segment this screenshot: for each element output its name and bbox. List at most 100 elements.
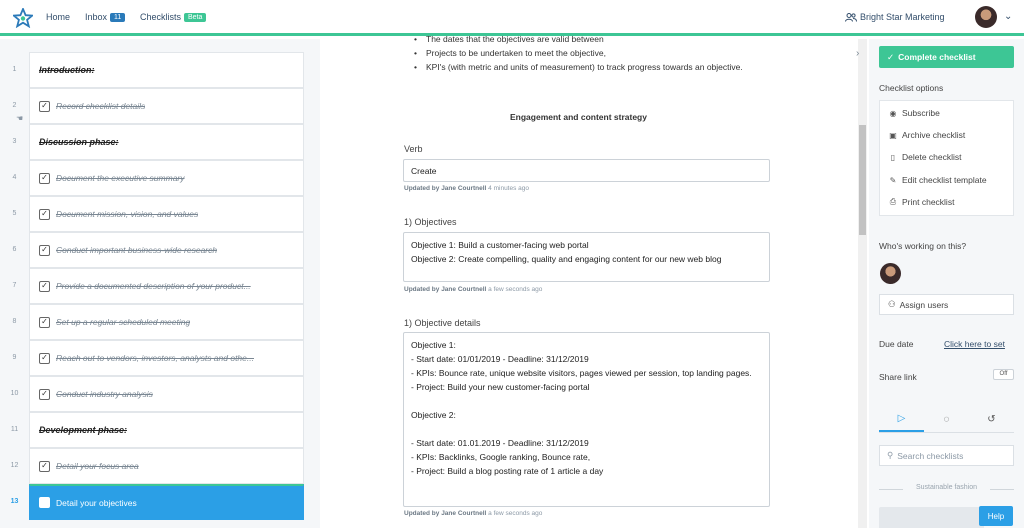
user-avatar[interactable] [975, 6, 997, 28]
set-due-date-link[interactable]: Click here to set [944, 339, 1005, 349]
task-row[interactable]: ✓ Document mission, vision, and values [29, 196, 304, 232]
search-icon: ⚲ [887, 450, 894, 460]
archive-checklist-option[interactable]: ▣ Archive checklist [888, 130, 965, 140]
drag-hand-icon[interactable]: ☚ [16, 114, 23, 123]
task-checkbox[interactable]: ✓ [39, 172, 50, 184]
tab-comments[interactable]: ◌ [924, 407, 969, 432]
task-row[interactable]: Detail your objectives [29, 484, 304, 520]
nav-checklists-label: Checklists [140, 12, 182, 22]
task-checkbox[interactable] [39, 497, 50, 508]
delete-checklist-option[interactable]: ▯ Delete checklist [888, 152, 962, 162]
task-label: Provide a documented description of your… [56, 281, 251, 291]
task-heading[interactable]: Introduction: [29, 52, 304, 88]
users-icon [845, 12, 857, 22]
task-checkbox[interactable]: ✓ [39, 352, 50, 364]
assignee-avatar[interactable] [880, 263, 901, 284]
verb-label: Verb [404, 144, 423, 154]
eye-icon: ◉ [889, 108, 897, 118]
working-title: Who's working on this? [879, 241, 967, 251]
tab-history[interactable]: ↺ [969, 407, 1014, 432]
task-row[interactable]: ✓ Conduct important business-wide researc… [29, 232, 304, 268]
task-number: 1 [12, 66, 17, 73]
checklist-options-menu: ◉ Subscribe ▣ Archive checklist ▯ Delete ch… [879, 100, 1014, 216]
task-label: Development phase: [39, 425, 128, 435]
objectives-meta: Updated by Jane Courtnell a few seconds … [404, 286, 542, 293]
nav-inbox-link[interactable]: Inbox 11 [85, 12, 126, 22]
scrollbar-thumb[interactable] [859, 125, 866, 235]
objective-details-label: 1) Objective details [404, 318, 481, 328]
print-checklist-option[interactable]: ⎙ Print checklist [888, 197, 955, 207]
complete-checklist-label: Complete checklist [898, 52, 976, 62]
org-name: Bright Star Marketing [860, 12, 945, 22]
task-label: Record checklist details [56, 101, 146, 111]
task-label: Detail your focus area [56, 461, 139, 471]
verb-input[interactable]: Create [403, 159, 770, 182]
task-label: Document the executive summary [56, 173, 185, 183]
objective-details-meta-user: Updated by Jane Courtnell [404, 510, 487, 517]
complete-checklist-button[interactable]: ✓ Complete checklist [879, 46, 1014, 68]
task-checkbox[interactable]: ✓ [39, 100, 50, 112]
task-label: Conduct important business-wide research [56, 245, 218, 255]
subscribe-option[interactable]: ◉ Subscribe [888, 108, 940, 118]
task-number: 10 [10, 390, 19, 397]
search-placeholder: Search checklists [897, 450, 964, 461]
help-button[interactable]: Help [979, 506, 1013, 526]
star-logo-icon[interactable] [13, 8, 33, 28]
bullet-item: The dates that the objectives are valid … [410, 32, 770, 46]
task-number: 13 [10, 498, 19, 505]
task-checkbox[interactable]: ✓ [39, 460, 50, 472]
task-row[interactable]: ✓ Set up a regular scheduled meeting [29, 304, 304, 340]
chevron-down-icon[interactable]: ⌄ [1004, 11, 1012, 22]
task-number: 12 [10, 462, 19, 469]
description-bullets: The dates that the objectives are valid … [410, 32, 770, 74]
edit-template-option[interactable]: ✎ Edit checklist template [888, 175, 987, 185]
task-checkbox[interactable]: ✓ [39, 244, 50, 256]
task-row[interactable]: ✓ Reach out to vendors, investors, analys… [29, 340, 304, 376]
tab-play[interactable]: ▷ [879, 407, 924, 432]
task-row[interactable]: ✓ Record checklist details [29, 88, 304, 124]
objective-details-textarea[interactable]: Objective 1: - Start date: 01/01/2019 - … [403, 332, 770, 507]
bullet-item: KPI's (with metric and units of measurem… [410, 60, 770, 74]
chevron-right-icon[interactable]: › [856, 48, 859, 59]
user-icon: ⚇ [888, 299, 896, 309]
verb-meta-user: Updated by Jane Courtnell [404, 185, 487, 192]
comment-icon: ◌ [943, 414, 950, 425]
task-checkbox[interactable]: ✓ [39, 316, 50, 328]
assign-users-label: Assign users [899, 299, 949, 310]
objectives-textarea[interactable]: Objective 1: Build a customer-facing web… [403, 232, 770, 282]
bullet-item: Projects to be undertaken to meet the ob… [410, 46, 770, 60]
task-label: Reach out to vendors, investors, analyst… [56, 353, 254, 363]
checklist-card[interactable] [879, 507, 984, 528]
content-scrollbar[interactable] [858, 39, 867, 528]
play-icon: ▷ [897, 413, 906, 424]
task-heading[interactable]: Development phase: [29, 412, 304, 448]
history-icon: ↺ [987, 414, 996, 425]
task-heading[interactable]: Discussion phase: [29, 124, 304, 160]
task-row[interactable]: ✓ Detail your focus area [29, 448, 304, 484]
task-row[interactable]: ✓ Document the executive summary [29, 160, 304, 196]
edit-template-label: Edit checklist template [902, 175, 987, 185]
assign-users-button[interactable]: ⚇ Assign users [879, 294, 1014, 315]
task-row[interactable]: ✓ Provide a documented description of you… [29, 268, 304, 304]
check-icon: ✓ [887, 51, 895, 62]
task-number: 3 [12, 138, 17, 145]
objectives-meta-user: Updated by Jane Courtnell [404, 286, 487, 293]
top-nav: Home Inbox 11 Checklists Beta Bright Star … [0, 0, 1024, 36]
task-checkbox[interactable]: ✓ [39, 388, 50, 400]
task-label: Introduction: [39, 65, 95, 75]
share-link-toggle[interactable]: Off [993, 369, 1014, 380]
task-label: Document mission, vision, and values [56, 209, 199, 219]
pencil-icon: ✎ [889, 175, 897, 185]
task-checkbox[interactable]: ✓ [39, 208, 50, 220]
archive-icon: ▣ [889, 130, 897, 140]
task-row[interactable]: ✓ Conduct industry analysis [29, 376, 304, 412]
inbox-count-badge: 11 [110, 13, 126, 22]
task-label: Discussion phase: [39, 137, 119, 147]
task-checkbox[interactable]: ✓ [39, 280, 50, 292]
search-checklists-input[interactable]: ⚲ Search checklists [879, 445, 1014, 466]
nav-home-link[interactable]: Home [46, 12, 70, 22]
org-switcher[interactable]: Bright Star Marketing [845, 12, 945, 22]
print-checklist-label: Print checklist [902, 197, 955, 207]
nav-checklists-link[interactable]: Checklists Beta [140, 12, 207, 22]
objectives-meta-time: a few seconds ago [488, 286, 543, 293]
